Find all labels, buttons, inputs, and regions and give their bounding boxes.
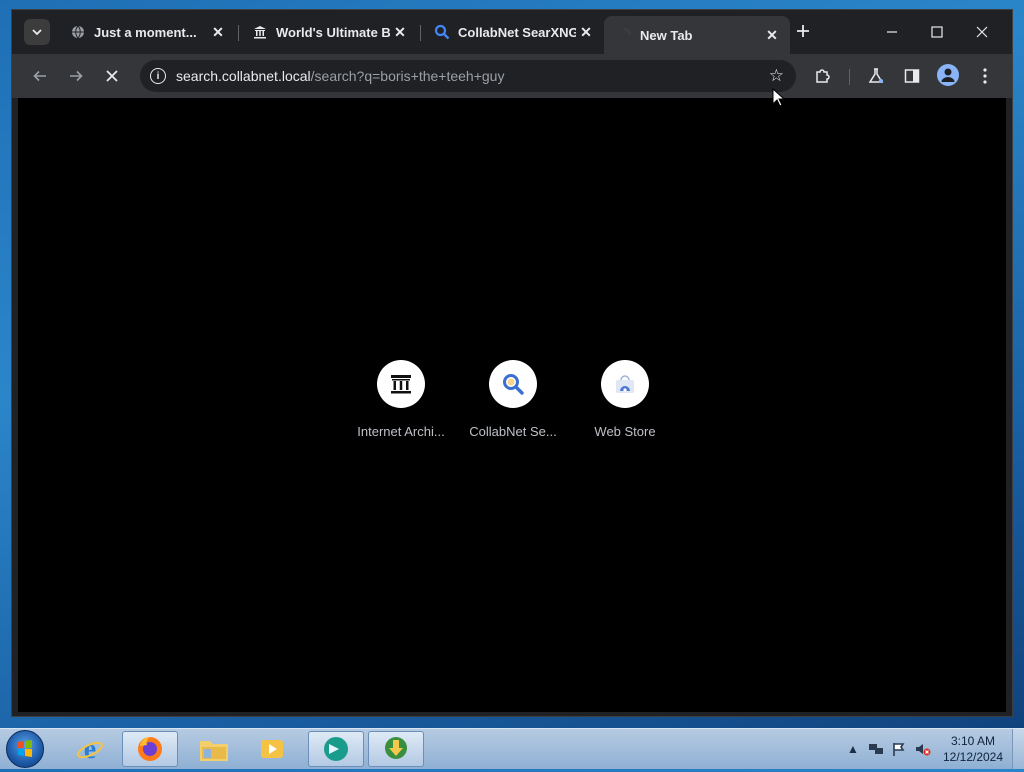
system-clock[interactable]: 3:10 AM 12/12/2024 [940,733,1006,765]
tab-collabnet-searxng[interactable]: CollabNet SearXNG ✕ [422,16,604,48]
url-path: /search?q=boris+the+teeh+guy [310,68,505,84]
download-manager-icon [385,737,407,759]
shortcut-collabnet-search[interactable]: CollabNet Se... [457,360,569,439]
volume-muted-icon[interactable] [915,741,931,757]
close-icon[interactable]: ✕ [762,25,782,45]
puzzle-icon [816,69,830,83]
museum-icon [252,24,268,40]
browser-toolbar: i search.collabnet.local/search?q=boris+… [12,54,1012,98]
tab-title: World's Ultimate Bu [276,24,390,40]
file-explorer-icon [200,741,228,761]
tab-title: Just a moment... [94,24,197,40]
close-icon [106,70,118,82]
shortcut-label: Internet Archi... [357,424,445,439]
taskbar-app-globe[interactable] [308,731,364,767]
app-globe-icon [324,737,348,761]
back-button[interactable] [26,62,54,90]
taskbar-file-explorer[interactable] [186,731,242,767]
person-icon [941,68,955,82]
plus-icon [797,25,809,37]
flask-icon [868,68,884,83]
info-icon[interactable]: i [150,68,166,84]
taskbar: e ▲ 3:10 AM 12/12/2024 [0,728,1024,769]
new-tab-page: Internet Archi... CollabNet Se... Web St… [18,98,1006,712]
side-panel-button[interactable] [899,63,925,89]
browser-window: Just a moment... ✕ World's Ultimate Bu ✕… [11,9,1013,717]
tab-title: New Tab [640,27,693,43]
media-player-icon [261,740,283,758]
search-icon [434,24,450,40]
tab-worlds-ultimate[interactable]: World's Ultimate Bu ✕ [240,16,418,48]
close-window-button[interactable] [960,18,1004,46]
tab-title: CollabNet SearXNG [458,24,576,40]
shortcut-internet-archive[interactable]: Internet Archi... [345,360,457,439]
shortcut-web-store[interactable]: Web Store [569,360,681,439]
action-center-flag-icon[interactable] [891,741,907,757]
minimize-button[interactable] [870,18,914,46]
toolbar-divider [849,69,850,85]
address-bar[interactable]: i search.collabnet.local/search?q=boris+… [140,60,796,92]
internet-explorer-icon: e [77,734,103,764]
network-icon[interactable] [868,741,884,757]
close-icon[interactable]: ✕ [208,22,228,42]
tab-strip: Just a moment... ✕ World's Ultimate Bu ✕… [12,10,1012,54]
more-vert-icon [983,68,987,84]
chevron-down-icon [32,29,42,36]
tab-separator [238,25,239,41]
arrow-right-icon [70,70,83,82]
firefox-icon [138,736,162,761]
maximize-button[interactable] [915,18,959,46]
tab-search-button[interactable] [24,19,50,45]
stop-loading-button[interactable] [98,62,126,90]
taskbar-internet-explorer[interactable]: e [62,731,118,767]
bookmark-star-icon[interactable]: ☆ [769,66,784,86]
svg-text:e: e [84,734,96,764]
web-store-icon [616,375,634,393]
tab-just-a-moment[interactable]: Just a moment... ✕ [58,16,236,48]
start-button[interactable] [6,730,44,768]
show-desktop-button[interactable] [1012,729,1024,769]
tab-separator [420,25,421,41]
taskbar-media-player[interactable] [244,731,300,767]
new-tab-button[interactable] [792,22,814,44]
forward-button[interactable] [62,62,90,90]
clock-date: 12/12/2024 [942,750,1004,764]
shortcut-label: Web Store [594,424,656,439]
search-icon [503,374,524,395]
close-icon[interactable]: ✕ [576,22,596,42]
minimize-icon [887,31,897,33]
profile-avatar[interactable] [937,64,959,86]
tab-new-tab[interactable]: New Tab ✕ [604,16,790,54]
menu-button[interactable] [972,63,998,89]
arrow-left-icon [33,70,46,82]
side-panel-icon [904,69,920,83]
close-icon[interactable]: ✕ [390,22,410,42]
show-hidden-icons-icon[interactable]: ▲ [845,741,861,757]
taskbar-download-manager[interactable] [368,731,424,767]
extensions-button[interactable] [810,63,836,89]
globe-icon [70,24,86,40]
shortcut-tile [377,360,425,408]
taskbar-firefox[interactable] [122,731,178,767]
close-icon [976,26,988,38]
url-text: search.collabnet.local/search?q=boris+th… [176,68,504,84]
loading-icon [616,27,632,43]
clock-time: 3:10 AM [950,734,996,748]
museum-icon [391,375,411,394]
maximize-icon [931,26,943,38]
shortcut-tile [489,360,537,408]
windows-logo-icon [18,740,32,757]
shortcut-label: CollabNet Se... [469,424,557,439]
labs-button[interactable] [863,63,889,89]
url-host: search.collabnet.local [176,68,311,84]
shortcut-tile [601,360,649,408]
